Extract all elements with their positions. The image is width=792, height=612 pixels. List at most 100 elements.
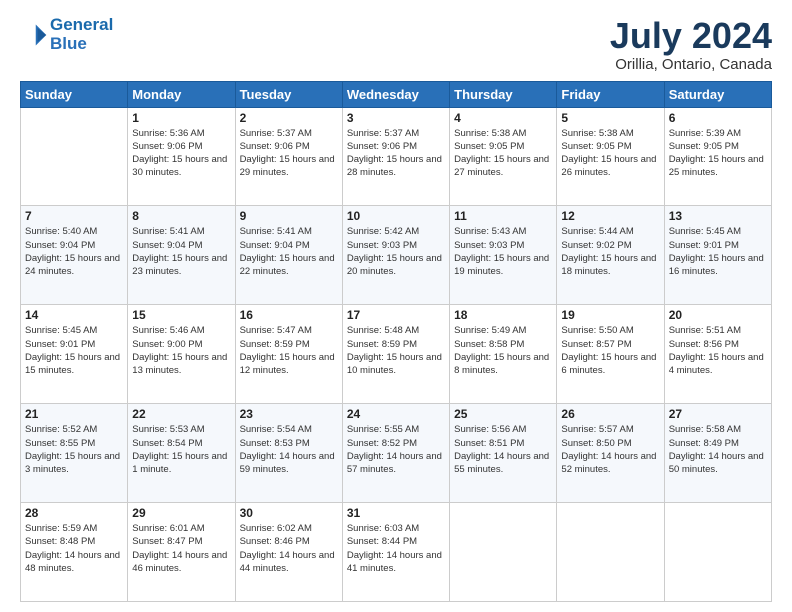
daylight-text: Daylight: 14 hours and 41 minutes.	[347, 550, 442, 574]
sunrise-text: Sunrise: 5:41 AM	[240, 226, 312, 237]
col-monday: Monday	[128, 81, 235, 107]
sunrise-text: Sunrise: 5:50 AM	[561, 325, 633, 336]
col-tuesday: Tuesday	[235, 81, 342, 107]
calendar-week-row: 14 Sunrise: 5:45 AM Sunset: 9:01 PM Dayl…	[21, 305, 772, 404]
sunset-text: Sunset: 8:51 PM	[454, 438, 524, 449]
calendar-cell: 31 Sunrise: 6:03 AM Sunset: 8:44 PM Dayl…	[342, 503, 449, 602]
calendar-cell: 25 Sunrise: 5:56 AM Sunset: 8:51 PM Dayl…	[450, 404, 557, 503]
sunset-text: Sunset: 9:05 PM	[561, 141, 631, 152]
day-info: Sunrise: 5:42 AM Sunset: 9:03 PM Dayligh…	[347, 225, 445, 278]
day-info: Sunrise: 5:54 AM Sunset: 8:53 PM Dayligh…	[240, 423, 338, 476]
day-number: 2	[240, 111, 338, 125]
calendar-cell: 18 Sunrise: 5:49 AM Sunset: 8:58 PM Dayl…	[450, 305, 557, 404]
sunrise-text: Sunrise: 5:42 AM	[347, 226, 419, 237]
day-info: Sunrise: 5:59 AM Sunset: 8:48 PM Dayligh…	[25, 522, 123, 575]
page: General Blue July 2024 Orillia, Ontario,…	[0, 0, 792, 612]
day-number: 9	[240, 209, 338, 223]
sunset-text: Sunset: 9:06 PM	[240, 141, 310, 152]
day-info: Sunrise: 5:45 AM Sunset: 9:01 PM Dayligh…	[669, 225, 767, 278]
day-info: Sunrise: 5:39 AM Sunset: 9:05 PM Dayligh…	[669, 127, 767, 180]
sunset-text: Sunset: 8:53 PM	[240, 438, 310, 449]
sunrise-text: Sunrise: 6:03 AM	[347, 523, 419, 534]
sunset-text: Sunset: 9:02 PM	[561, 240, 631, 251]
calendar-cell: 7 Sunrise: 5:40 AM Sunset: 9:04 PM Dayli…	[21, 206, 128, 305]
daylight-text: Daylight: 14 hours and 46 minutes.	[132, 550, 227, 574]
day-info: Sunrise: 5:43 AM Sunset: 9:03 PM Dayligh…	[454, 225, 552, 278]
sunrise-text: Sunrise: 5:53 AM	[132, 424, 204, 435]
calendar-cell: 22 Sunrise: 5:53 AM Sunset: 8:54 PM Dayl…	[128, 404, 235, 503]
col-wednesday: Wednesday	[342, 81, 449, 107]
calendar-week-row: 7 Sunrise: 5:40 AM Sunset: 9:04 PM Dayli…	[21, 206, 772, 305]
sunrise-text: Sunrise: 5:59 AM	[25, 523, 97, 534]
day-number: 27	[669, 407, 767, 421]
sunrise-text: Sunrise: 5:39 AM	[669, 128, 741, 139]
logo-text: General Blue	[50, 16, 113, 53]
sunset-text: Sunset: 8:44 PM	[347, 536, 417, 547]
sunset-text: Sunset: 8:56 PM	[669, 339, 739, 350]
calendar-cell: 19 Sunrise: 5:50 AM Sunset: 8:57 PM Dayl…	[557, 305, 664, 404]
day-info: Sunrise: 5:56 AM Sunset: 8:51 PM Dayligh…	[454, 423, 552, 476]
day-number: 26	[561, 407, 659, 421]
day-number: 12	[561, 209, 659, 223]
logo-icon	[20, 21, 48, 49]
calendar-cell: 30 Sunrise: 6:02 AM Sunset: 8:46 PM Dayl…	[235, 503, 342, 602]
main-title: July 2024	[610, 16, 772, 56]
daylight-text: Daylight: 15 hours and 30 minutes.	[132, 154, 227, 178]
day-info: Sunrise: 5:36 AM Sunset: 9:06 PM Dayligh…	[132, 127, 230, 180]
day-number: 28	[25, 506, 123, 520]
sunset-text: Sunset: 8:57 PM	[561, 339, 631, 350]
daylight-text: Daylight: 15 hours and 1 minute.	[132, 451, 227, 475]
daylight-text: Daylight: 14 hours and 59 minutes.	[240, 451, 335, 475]
sunrise-text: Sunrise: 5:45 AM	[669, 226, 741, 237]
sunrise-text: Sunrise: 5:37 AM	[347, 128, 419, 139]
sunrise-text: Sunrise: 5:41 AM	[132, 226, 204, 237]
day-info: Sunrise: 5:48 AM Sunset: 8:59 PM Dayligh…	[347, 324, 445, 377]
daylight-text: Daylight: 15 hours and 27 minutes.	[454, 154, 549, 178]
sunset-text: Sunset: 8:49 PM	[669, 438, 739, 449]
sunrise-text: Sunrise: 5:44 AM	[561, 226, 633, 237]
daylight-text: Daylight: 14 hours and 44 minutes.	[240, 550, 335, 574]
calendar-cell: 3 Sunrise: 5:37 AM Sunset: 9:06 PM Dayli…	[342, 107, 449, 206]
day-number: 17	[347, 308, 445, 322]
calendar-cell: 4 Sunrise: 5:38 AM Sunset: 9:05 PM Dayli…	[450, 107, 557, 206]
day-number: 31	[347, 506, 445, 520]
day-number: 8	[132, 209, 230, 223]
day-info: Sunrise: 5:46 AM Sunset: 9:00 PM Dayligh…	[132, 324, 230, 377]
day-info: Sunrise: 5:58 AM Sunset: 8:49 PM Dayligh…	[669, 423, 767, 476]
day-number: 15	[132, 308, 230, 322]
daylight-text: Daylight: 15 hours and 20 minutes.	[347, 253, 442, 277]
day-number: 13	[669, 209, 767, 223]
calendar-cell	[664, 503, 771, 602]
title-block: July 2024 Orillia, Ontario, Canada	[610, 16, 772, 73]
sunset-text: Sunset: 9:03 PM	[454, 240, 524, 251]
sunrise-text: Sunrise: 5:37 AM	[240, 128, 312, 139]
sunrise-text: Sunrise: 5:49 AM	[454, 325, 526, 336]
sunrise-text: Sunrise: 5:51 AM	[669, 325, 741, 336]
daylight-text: Daylight: 15 hours and 13 minutes.	[132, 352, 227, 376]
day-info: Sunrise: 5:37 AM Sunset: 9:06 PM Dayligh…	[347, 127, 445, 180]
daylight-text: Daylight: 15 hours and 12 minutes.	[240, 352, 335, 376]
daylight-text: Daylight: 15 hours and 25 minutes.	[669, 154, 764, 178]
daylight-text: Daylight: 15 hours and 16 minutes.	[669, 253, 764, 277]
sunrise-text: Sunrise: 5:52 AM	[25, 424, 97, 435]
daylight-text: Daylight: 15 hours and 24 minutes.	[25, 253, 120, 277]
day-number: 5	[561, 111, 659, 125]
sunset-text: Sunset: 8:59 PM	[240, 339, 310, 350]
day-number: 4	[454, 111, 552, 125]
daylight-text: Daylight: 15 hours and 4 minutes.	[669, 352, 764, 376]
day-number: 21	[25, 407, 123, 421]
daylight-text: Daylight: 14 hours and 48 minutes.	[25, 550, 120, 574]
calendar-week-row: 21 Sunrise: 5:52 AM Sunset: 8:55 PM Dayl…	[21, 404, 772, 503]
sunset-text: Sunset: 9:01 PM	[25, 339, 95, 350]
calendar-cell: 24 Sunrise: 5:55 AM Sunset: 8:52 PM Dayl…	[342, 404, 449, 503]
sunrise-text: Sunrise: 5:45 AM	[25, 325, 97, 336]
calendar-cell: 1 Sunrise: 5:36 AM Sunset: 9:06 PM Dayli…	[128, 107, 235, 206]
sunrise-text: Sunrise: 5:56 AM	[454, 424, 526, 435]
daylight-text: Daylight: 15 hours and 23 minutes.	[132, 253, 227, 277]
daylight-text: Daylight: 15 hours and 26 minutes.	[561, 154, 656, 178]
day-number: 1	[132, 111, 230, 125]
day-number: 6	[669, 111, 767, 125]
sunset-text: Sunset: 8:55 PM	[25, 438, 95, 449]
sunset-text: Sunset: 8:46 PM	[240, 536, 310, 547]
calendar-cell: 17 Sunrise: 5:48 AM Sunset: 8:59 PM Dayl…	[342, 305, 449, 404]
